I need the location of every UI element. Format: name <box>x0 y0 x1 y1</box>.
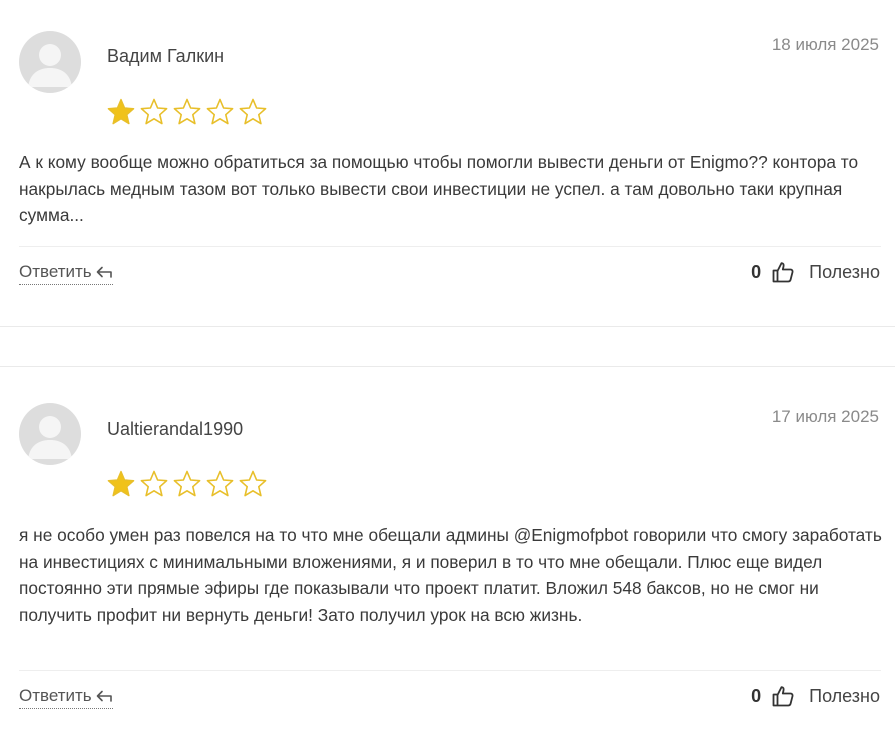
review-date: 18 июля 2025 <box>771 35 879 54</box>
divider <box>19 246 881 247</box>
star-icon <box>140 470 168 497</box>
reply-arrow-icon <box>96 266 112 278</box>
star-icon <box>107 98 135 125</box>
review-date: 17 июля 2025 <box>771 407 879 426</box>
rating-stars <box>105 468 269 500</box>
star-icon <box>206 470 234 497</box>
review-text: я не особо умен раз повелся на то что мн… <box>19 525 882 625</box>
useful-count: 0 <box>751 685 762 706</box>
useful-label: Полезно <box>809 685 880 706</box>
thumbs-up-icon[interactable] <box>771 684 795 708</box>
rating-stars <box>105 96 269 128</box>
reply-button[interactable]: Ответить <box>19 686 113 709</box>
reply-button[interactable]: Ответить <box>19 262 113 285</box>
review-card: Ualtierandal1990 17 июля 2025 я не особо… <box>0 372 895 734</box>
review-author: Ualtierandal1990 <box>107 419 244 439</box>
reply-label: Ответить <box>19 262 92 281</box>
reply-arrow-icon <box>96 690 112 702</box>
star-icon <box>173 470 201 497</box>
thumbs-up-icon[interactable] <box>771 260 795 284</box>
user-silhouette-icon <box>28 44 72 87</box>
star-icon <box>107 470 135 497</box>
review-separator-bottom <box>0 366 895 367</box>
avatar <box>19 31 81 93</box>
star-icon <box>173 98 201 125</box>
star-icon <box>206 98 234 125</box>
avatar <box>19 403 81 465</box>
divider <box>19 670 881 671</box>
star-icon <box>239 98 267 125</box>
useful-label: Полезно <box>809 261 880 282</box>
useful-widget: 0 Полезно <box>751 684 880 708</box>
review-separator-top <box>0 326 895 327</box>
review-card: Вадим Галкин 18 июля 2025 А к кому вообщ… <box>0 0 895 330</box>
review-text: А к кому вообще можно обратиться за помо… <box>19 152 859 225</box>
star-icon <box>239 470 267 497</box>
star-icon <box>140 98 168 125</box>
useful-count: 0 <box>751 261 762 282</box>
reply-label: Ответить <box>19 686 92 705</box>
review-author: Вадим Галкин <box>107 46 225 66</box>
user-silhouette-icon <box>28 416 72 459</box>
useful-widget: 0 Полезно <box>751 260 880 284</box>
